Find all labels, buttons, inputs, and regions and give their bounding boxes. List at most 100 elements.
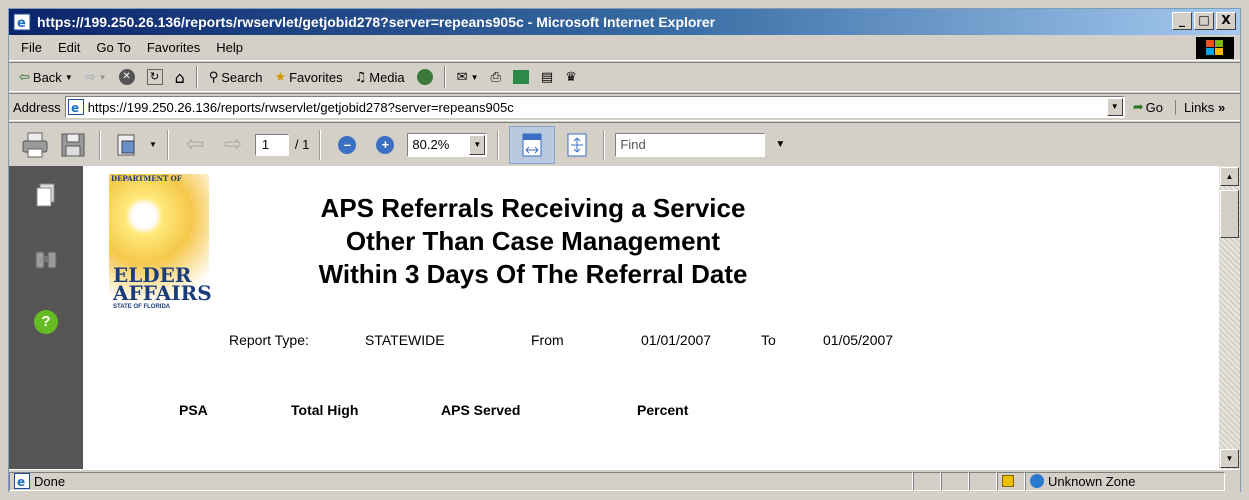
zoom-in-icon: +: [376, 135, 395, 154]
zoom-select[interactable]: 80.2% ▼: [407, 132, 488, 157]
status-bar: e Done Unknown Zone: [9, 469, 1240, 492]
refresh-button[interactable]: ↻: [143, 65, 167, 89]
viewer-side-panel: ?: [9, 166, 83, 469]
favorites-button[interactable]: ★ Favorites: [270, 65, 346, 89]
history-icon: [416, 69, 433, 85]
favorites-label: Favorites: [289, 69, 343, 85]
toolbar-separator: [166, 129, 169, 160]
page-total: / 1: [294, 137, 310, 152]
column-header-aps-served: APS Served: [441, 402, 521, 418]
fit-width-icon: [522, 133, 542, 156]
status-pane: [941, 471, 969, 491]
zone-text: Unknown Zone: [1048, 473, 1136, 489]
report-title-line-1: APS Referrals Receiving a Service: [320, 193, 746, 223]
menu-favorites[interactable]: Favorites: [139, 40, 208, 55]
to-label: To: [761, 332, 776, 348]
menu-file[interactable]: File: [13, 40, 50, 55]
ie-page-icon: e: [13, 13, 31, 31]
maximize-button[interactable]: □: [1194, 12, 1214, 30]
messenger-button[interactable]: ♛: [561, 65, 581, 89]
column-header-percent: Percent: [637, 402, 689, 418]
status-pane: [969, 471, 997, 491]
search-button[interactable]: ⚲ Search: [205, 65, 267, 89]
report-page: DEPARTMENT OF ELDER AFFAIRS STATE OF FLO…: [83, 166, 1221, 469]
minimize-button[interactable]: _: [1172, 12, 1192, 30]
home-button[interactable]: ⌂: [171, 65, 189, 89]
attach-button[interactable]: [111, 129, 143, 161]
chevron-down-icon: ▼: [98, 72, 107, 82]
home-icon: ⌂: [174, 67, 185, 87]
scroll-thumb[interactable]: [1220, 190, 1239, 238]
back-arrow-icon: ⇦: [19, 69, 30, 85]
edit-icon: [512, 70, 529, 84]
vertical-scrollbar[interactable]: ▲ ▼: [1219, 166, 1240, 469]
address-dropdown-button[interactable]: ▼: [1106, 98, 1123, 116]
forward-arrow-icon: ⇨: [84, 69, 96, 85]
find-input[interactable]: Find: [615, 132, 766, 157]
back-button[interactable]: ⇦ Back ▼: [15, 65, 77, 89]
next-page-button[interactable]: ⇨: [217, 129, 249, 161]
zone-pane: Unknown Zone: [1025, 471, 1225, 491]
links-label: Links: [1183, 99, 1215, 115]
menu-help[interactable]: Help: [208, 40, 251, 55]
zoom-dropdown-button[interactable]: ▼: [469, 134, 486, 155]
zoom-out-button[interactable]: –: [331, 129, 363, 161]
page-number-input[interactable]: 1: [254, 133, 289, 156]
binoculars-icon[interactable]: [33, 248, 59, 272]
fit-width-button[interactable]: [509, 125, 556, 164]
chevron-down-icon: ▼: [470, 72, 479, 82]
fit-page-icon: [567, 133, 587, 156]
forward-button[interactable]: ⇨ ▼: [81, 65, 111, 89]
mail-button[interactable]: ✉ ▼: [453, 65, 483, 89]
chevron-down-icon[interactable]: ▼: [149, 140, 157, 149]
previous-page-button[interactable]: ⇦: [179, 129, 211, 161]
chevron-right-icon: »: [1217, 99, 1226, 115]
save-button[interactable]: [57, 129, 89, 161]
address-input[interactable]: e https://199.250.26.136/reports/rwservl…: [64, 96, 1125, 118]
menu-goto[interactable]: Go To: [88, 40, 138, 55]
scroll-down-button[interactable]: ▼: [1220, 449, 1239, 468]
media-label: Media: [369, 69, 405, 85]
svg-text:e: e: [71, 101, 79, 115]
fit-page-button[interactable]: [561, 129, 593, 161]
toolbar-separator: [603, 129, 606, 160]
history-button[interactable]: [413, 65, 437, 89]
media-button[interactable]: ♫ Media: [351, 65, 409, 89]
print-button[interactable]: [19, 129, 51, 161]
ie-page-icon: e: [67, 99, 84, 115]
close-button[interactable]: X: [1216, 12, 1236, 30]
report-title-line-2: Other Than Case Management: [345, 226, 721, 256]
chevron-down-icon[interactable]: ▼: [775, 139, 785, 150]
logo-name: ELDER AFFAIRS: [113, 265, 212, 303]
discuss-button[interactable]: ▤: [537, 65, 557, 89]
stop-button[interactable]: ✕: [115, 65, 139, 89]
edit-button[interactable]: [509, 65, 533, 89]
address-label: Address: [13, 99, 61, 115]
links-button[interactable]: Links »: [1174, 99, 1226, 115]
pages-icon[interactable]: [34, 182, 58, 210]
address-url: https://199.250.26.136/reports/rwservlet…: [87, 99, 514, 115]
report-title: APS Referrals Receiving a Service Other …: [223, 192, 843, 291]
report-title-line-3: Within 3 Days Of The Referral Date: [318, 259, 748, 289]
status-text: Done: [34, 473, 66, 489]
from-date: 01/01/2007: [641, 332, 712, 348]
arrow-left-icon: ⇦: [185, 132, 205, 157]
help-icon[interactable]: ?: [34, 310, 58, 334]
title-bar[interactable]: e https://199.250.26.136/reports/rwservl…: [9, 9, 1240, 35]
report-type-label: Report Type:: [229, 332, 309, 348]
svg-text:e: e: [17, 16, 26, 31]
scroll-up-button[interactable]: ▲: [1220, 167, 1239, 186]
go-button[interactable]: ➦ Go: [1133, 100, 1163, 115]
arrow-right-icon: ⇨: [223, 132, 243, 157]
menu-edit[interactable]: Edit: [50, 40, 88, 55]
address-bar: Address e https://199.250.26.136/reports…: [9, 93, 1240, 121]
zoom-in-button[interactable]: +: [369, 129, 401, 161]
globe-icon: [1030, 474, 1044, 488]
messenger-icon: ♛: [565, 69, 577, 85]
zoom-value: 80.2%: [412, 137, 450, 152]
windows-logo-icon: [1196, 37, 1234, 59]
to-date: 01/05/2007: [823, 332, 894, 348]
window-controls: _ □ X: [1172, 12, 1236, 30]
status-main-pane: e Done: [9, 471, 913, 491]
print-button[interactable]: ⎙: [486, 65, 504, 89]
